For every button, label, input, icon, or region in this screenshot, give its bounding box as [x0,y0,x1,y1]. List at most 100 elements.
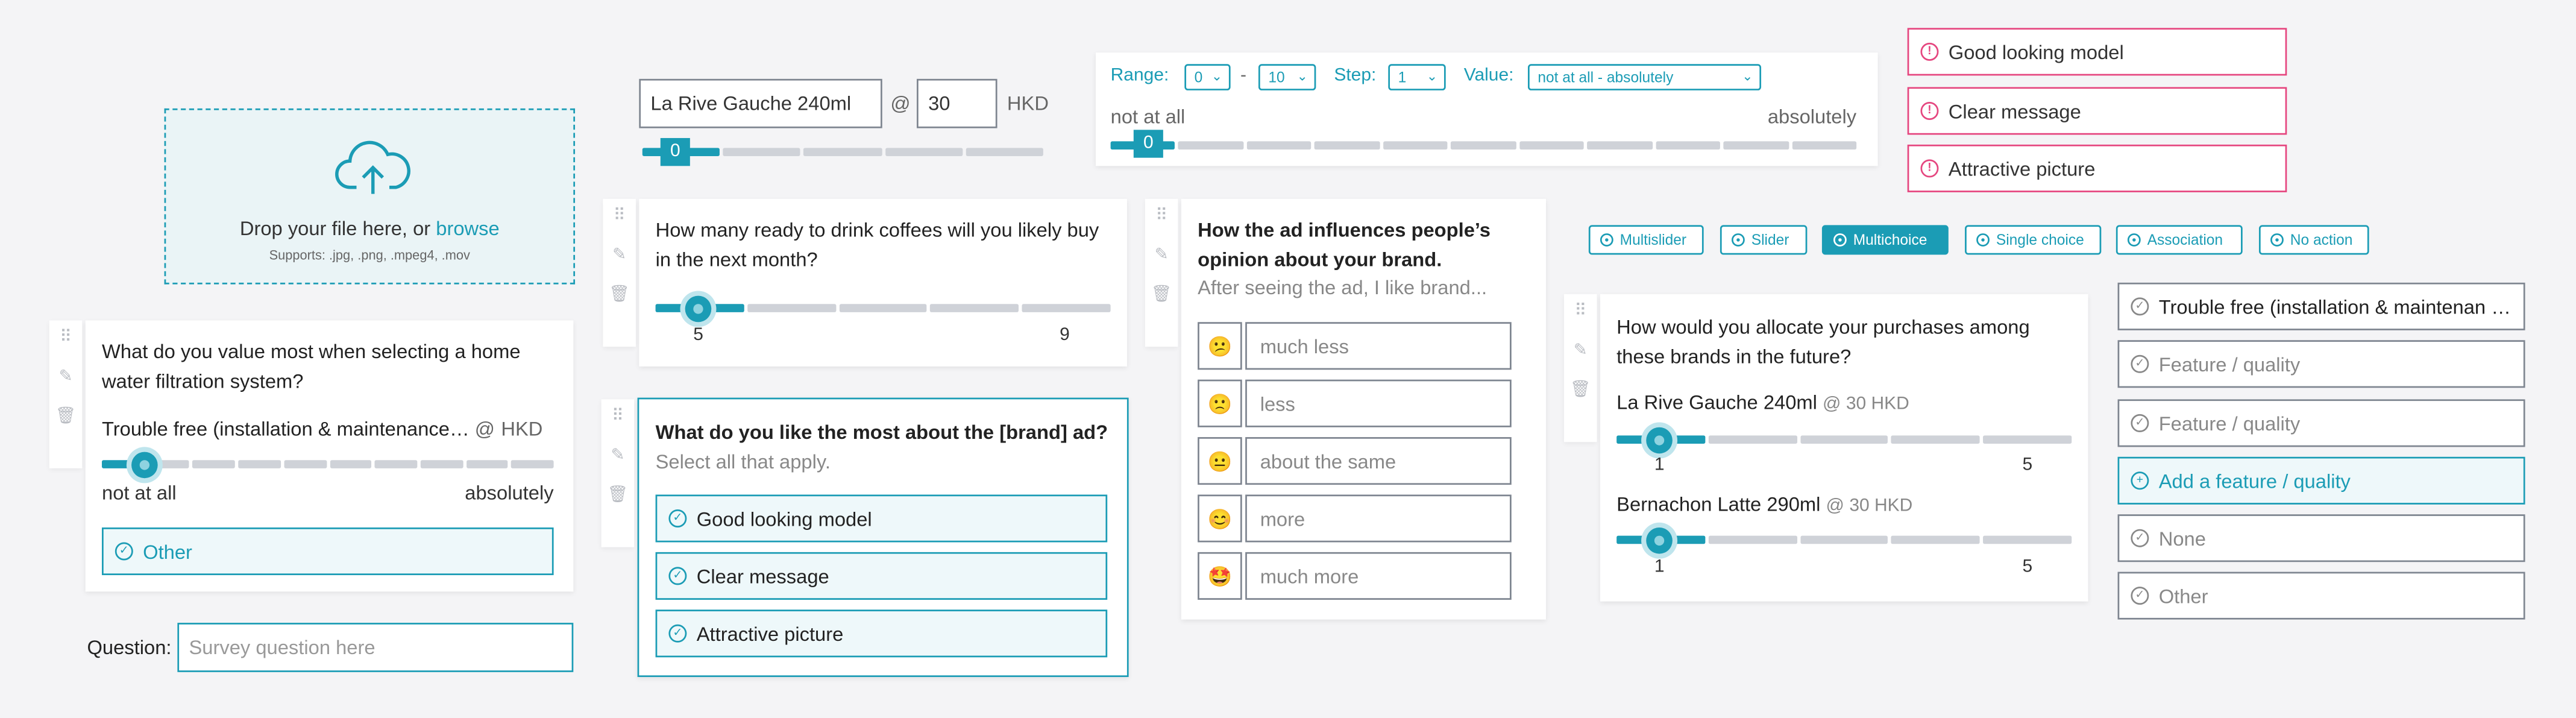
brand-name: La Rive Gauche 240ml [1616,391,1817,414]
brand-slider-thumb[interactable] [1646,527,1673,554]
emoji-icon: 😐 [1198,437,1242,485]
none-option[interactable]: ✓ None [2117,514,2525,562]
exclamation-circle-icon: ! [1920,101,1939,120]
trash-icon[interactable]: 🗑 [608,487,629,505]
check-circle-icon: ✓ [2131,529,2149,547]
check-circle-icon: ✓ [668,567,687,585]
question-card-influence[interactable]: ⠿ ✎ 🗑 How the ad influences people’s opini… [1145,198,1546,620]
check-circle-icon: ✓ [2131,414,2149,432]
type-pill-multislider[interactable]: Multislider [1588,225,1704,255]
card-handle: ⠿ ✎ 🗑 [1145,198,1178,347]
supports-text: Supports: .jpg, .png, .mpeg4, .mov [269,248,470,263]
brand-slider-track[interactable] [1616,535,2072,544]
pencil-icon[interactable]: ✎ [612,247,626,265]
slider-max-value: 5 [2022,557,2033,577]
browse-link[interactable]: browse [436,217,499,240]
range-from-select[interactable]: 0 ⌄ [1184,64,1231,90]
emoji-option[interactable]: 🤩 much more [1198,552,1512,600]
price-slider-track[interactable] [642,148,1043,156]
other-option[interactable]: ✓ Other [2117,572,2525,620]
drag-handle-icon[interactable]: ⠿ [612,408,624,426]
emoji-option[interactable]: 😐 about the same [1198,437,1512,485]
brand-price: @ 30 HKD [1826,496,1913,516]
range-slider-track[interactable] [1110,141,1857,150]
feature-option[interactable]: ✓ Feature / quality [2117,340,2525,388]
question-input[interactable]: Survey question here [177,623,574,672]
brand-name: Bernachon Latte 290ml [1616,493,1821,516]
emoji-option[interactable]: 😕 much less [1198,322,1512,370]
trash-icon[interactable]: 🗑 [1151,287,1172,304]
pencil-icon[interactable]: ✎ [611,448,624,465]
range-slider-thumb[interactable]: 0 [1133,130,1163,158]
feature-option[interactable]: ✓ Trouble free (installation & maintenan … [2117,282,2525,330]
choice-option[interactable]: ✓ Clear message [655,552,1108,600]
question-card-brand-ad[interactable]: ⠿ ✎ 🗑 What do you like the most about the … [601,397,1129,678]
filtration-slider-thumb[interactable] [131,452,158,479]
emoji-icon: 😊 [1198,494,1242,543]
filtration-slider-track[interactable] [101,460,554,468]
pencil-icon[interactable]: ✎ [1574,342,1588,360]
brand-slider-track[interactable] [1616,435,2072,444]
step-label: Step: [1334,66,1377,86]
coffee-slider-thumb[interactable] [685,295,712,323]
dropzone-text: Drop your file here, or [239,216,436,240]
brand-slider-thumb[interactable] [1646,427,1673,454]
card-handle: ⠿ ✎ 🗑 [49,320,83,468]
pencil-icon[interactable]: ✎ [1155,247,1169,265]
coffee-slider-track[interactable] [655,304,1111,312]
price-input[interactable]: 30 [916,78,997,128]
range-config-card: Range: 0 ⌄ - 10 ⌄ Step: 1 ⌄ Value: not at a… [1096,52,1878,166]
pencil-icon[interactable]: ✎ [59,369,73,386]
brand-price: @ 30 HKD [1823,394,1909,414]
question-card-allocation[interactable]: ⠿ ✎ 🗑 How would you allocate your purchase… [1563,294,2088,602]
step-select[interactable]: 1 ⌄ [1388,64,1446,90]
other-option[interactable]: ✓ Other [101,527,554,576]
error-option[interactable]: ! Clear message [1907,87,2287,135]
error-option[interactable]: ! Good looking model [1907,28,2287,76]
product-name-input[interactable]: La Rive Gauche 240ml [639,78,882,128]
question-card-filtration[interactable]: ⠿ ✎ 🗑 What do you value most when selectin… [49,320,574,592]
brand-item: Bernachon Latte 290ml @ 30 HKD [1616,493,1912,516]
card-handle: ⠿ ✎ 🗑 [601,399,635,547]
drag-handle-icon[interactable]: ⠿ [1155,208,1167,225]
question-text: What do you like the most about the [bra… [655,420,1108,444]
error-option[interactable]: ! Attractive picture [1907,144,2287,192]
prompt-text: After seeing the ad, I like brand... [1198,276,1487,300]
trash-icon[interactable]: 🗑 [1570,382,1591,399]
drag-handle-icon[interactable]: ⠿ [60,330,72,347]
question-label: Question: [87,635,172,660]
question-text: How the ad influences people’s opinion a… [1198,218,1491,271]
drag-handle-icon[interactable]: ⠿ [1574,303,1586,320]
question-card-coffee[interactable]: ⠿ ✎ 🗑 How many ready to drink coffees will… [603,198,1127,367]
trash-icon[interactable]: 🗑 [55,408,77,426]
emoji-icon: 🤩 [1198,552,1242,600]
type-pill-association[interactable]: Association [2116,225,2243,255]
emoji-option[interactable]: 😊 more [1198,494,1512,543]
add-feature-button[interactable]: + Add a feature / quality [2117,456,2525,505]
range-to-select[interactable]: 10 ⌄ [1258,64,1316,90]
emoji-option[interactable]: 🙁 less [1198,379,1512,427]
currency-label: HKD [1007,92,1049,115]
check-circle-icon: ✓ [668,509,687,527]
value-select[interactable]: not at all - absolutely ⌄ [1527,64,1762,90]
min-label: not at all [1110,105,1186,128]
choice-option[interactable]: ✓ Attractive picture [655,609,1108,658]
chevron-down-icon: ⌄ [1296,69,1308,84]
choice-option[interactable]: ✓ Good looking model [655,494,1108,543]
slider-min-value: 1 [1654,455,1665,475]
range-label: Range: [1110,66,1169,86]
drag-handle-icon[interactable]: ⠿ [614,208,626,225]
check-circle-icon: ✓ [2131,297,2149,316]
type-pill-no-action[interactable]: No action [2258,225,2369,255]
trash-icon[interactable]: 🗑 [609,287,630,304]
value-label: Value: [1463,66,1514,86]
exclamation-circle-icon: ! [1920,159,1939,178]
price-slider-thumb[interactable]: 0 [660,137,690,166]
at-symbol: @ [890,92,911,115]
type-pill-multichoice[interactable]: Multichoice [1821,225,1949,255]
type-pill-single-choice[interactable]: Single choice [1965,225,2102,255]
plus-circle-icon: + [2131,471,2149,490]
type-pill-slider[interactable]: Slider [1720,225,1808,255]
feature-option[interactable]: ✓ Feature / quality [2117,399,2525,447]
file-dropzone[interactable]: Drop your file here, or browse Supports:… [164,108,576,285]
